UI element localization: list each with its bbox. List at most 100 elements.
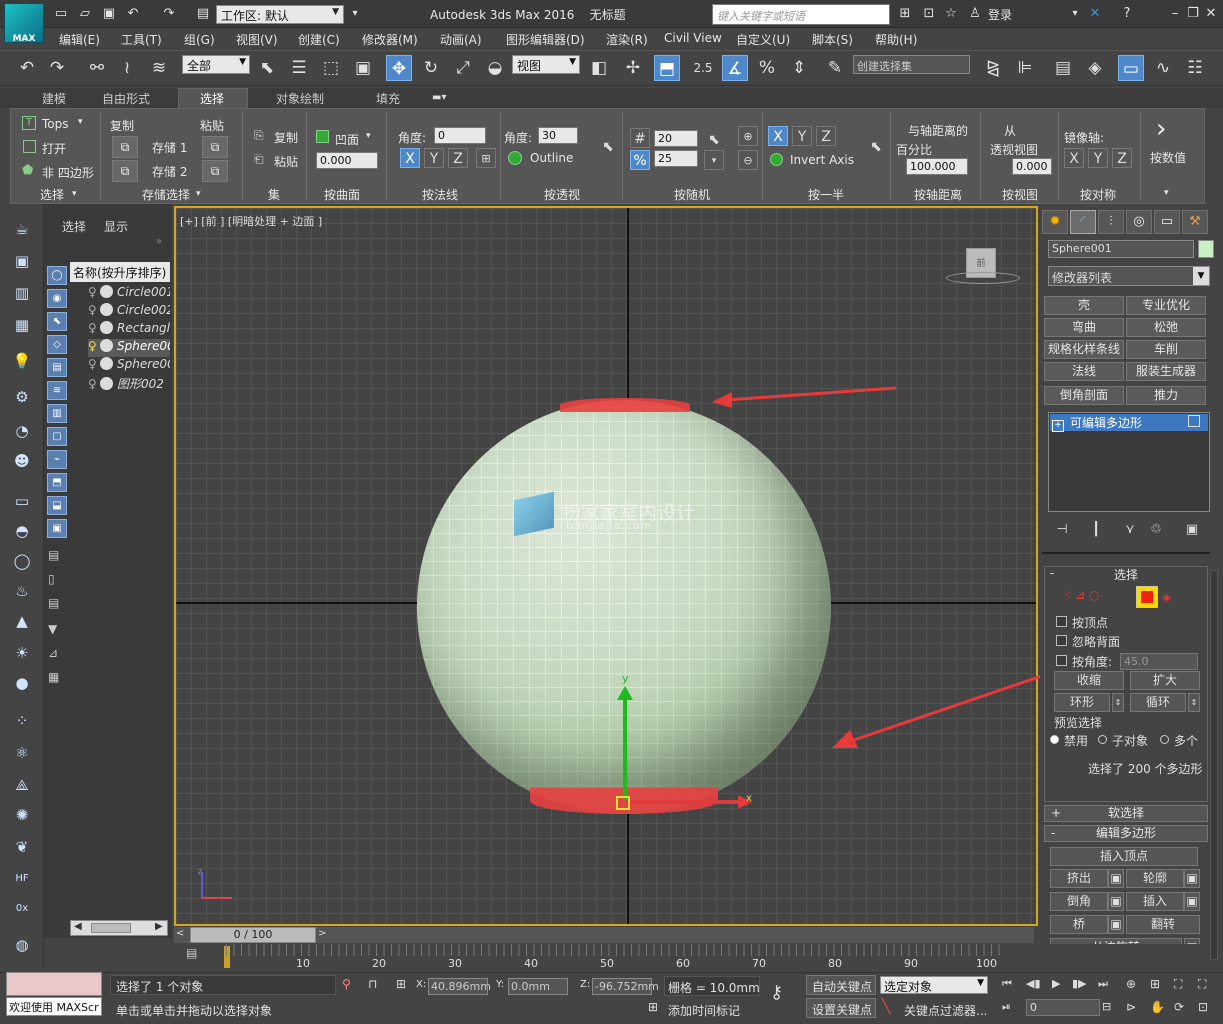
outline-icon[interactable]	[508, 151, 522, 165]
menu-graph-editors[interactable]: 图形编辑器(D)	[506, 31, 585, 48]
object-name-field[interactable]: Sphere001	[1048, 240, 1194, 258]
scene-row-selected[interactable]: ♀ Sphere001	[88, 339, 170, 357]
modifier-button-normal[interactable]: 法线	[1044, 362, 1124, 381]
normal-angle-spinner[interactable]: 0	[434, 127, 486, 144]
random-percent-icon[interactable]: %	[630, 150, 650, 170]
set-paste-button[interactable]: 粘贴	[274, 153, 298, 170]
scene-row[interactable]: ♀ Sphere002	[88, 357, 170, 375]
zoom-extents-icon[interactable]: ⛶	[1174, 977, 1192, 993]
by-angle-checkbox[interactable]	[1056, 655, 1067, 666]
scene-row[interactable]: ♀ Circle002	[88, 303, 170, 321]
scene-row[interactable]: ♀ Circle001	[88, 285, 170, 303]
configure-modifier-sets-icon[interactable]: ▣	[1182, 520, 1202, 540]
molecule-icon[interactable]: ⚛	[10, 742, 34, 764]
mirror-x-button[interactable]: X	[1064, 148, 1084, 168]
select-object-icon[interactable]: ⬉	[254, 55, 280, 81]
layer-explorer-icon[interactable]: ◈	[1082, 55, 1108, 81]
preview-subobject-radio[interactable]	[1098, 735, 1107, 744]
globe-icon[interactable]: ◍	[10, 934, 34, 956]
time-slider-next-icon[interactable]: >	[318, 928, 330, 942]
bevel-button[interactable]: 倒角	[1050, 892, 1108, 911]
viewport-label[interactable]: [+] [前 ] [明暗处理 + 边面 ]	[180, 213, 322, 229]
store2-copy-icon[interactable]: ⧉	[112, 160, 138, 182]
named-selection-set-dropdown[interactable]: 创建选择集	[853, 55, 970, 74]
go-to-end-icon[interactable]: ⏭	[1098, 977, 1116, 993]
login-link[interactable]: 登录	[988, 6, 1012, 23]
go-to-start-icon[interactable]: ⏮	[1002, 977, 1020, 993]
store2-paste-icon[interactable]: ⧉	[202, 160, 228, 182]
normal-x-button[interactable]: X	[400, 148, 420, 168]
random-percent-spinner[interactable]: 25	[654, 150, 698, 167]
angle-snap-icon[interactable]: ∡	[722, 55, 748, 81]
light-bulb-icon[interactable]: ♀	[88, 303, 100, 317]
chevron-down-icon[interactable]: ▾	[366, 131, 371, 141]
concave-value-spinner[interactable]: 0.000	[316, 152, 378, 169]
set-copy-button[interactable]: 复制	[274, 129, 298, 146]
cone-icon[interactable]: ▲	[10, 610, 34, 632]
light-bulb-icon[interactable]: 💡	[10, 350, 34, 372]
invert-axis-button[interactable]: Invert Axis	[790, 153, 854, 167]
orbit-icon[interactable]: ⟳	[1174, 1000, 1192, 1016]
help-search-input[interactable]: 键入关键字或短语	[712, 4, 890, 25]
modifier-button-garment-maker[interactable]: 服装生成器	[1126, 362, 1206, 381]
window-crossing-icon[interactable]: ▣	[350, 55, 376, 81]
play-icon[interactable]: ▶	[1052, 977, 1070, 993]
subscription-icon[interactable]: ⊡	[920, 5, 938, 23]
grow-button[interactable]: 扩大	[1130, 671, 1200, 690]
preview-off-radio[interactable]	[1050, 735, 1059, 744]
rollout-collapse-icon[interactable]: -	[1050, 566, 1054, 580]
menu-help[interactable]: 帮助(H)	[875, 31, 917, 48]
undo-icon[interactable]: ↶	[14, 55, 40, 81]
gizmo-plane-handle[interactable]	[616, 796, 630, 810]
menu-tools[interactable]: 工具(T)	[121, 31, 162, 48]
display-none-icon[interactable]: ◯	[47, 266, 67, 285]
create-tab-icon[interactable]: ✹	[1042, 210, 1068, 234]
group-label-select[interactable]: 选择	[40, 186, 64, 203]
mirror-icon[interactable]: ⧎	[980, 55, 1006, 81]
expand-icon[interactable]: »	[156, 236, 162, 247]
exchange-apps-icon[interactable]: ✕	[1086, 5, 1104, 23]
workspace-dropdown[interactable]: 工作区: 默认 ▼	[216, 5, 344, 24]
bind-space-warp-icon[interactable]: ≋	[146, 55, 172, 81]
scene-row[interactable]: ♀ Rectangle001	[88, 321, 170, 339]
sort-icon[interactable]: ▤	[48, 548, 64, 562]
sun-icon[interactable]: ☀	[10, 642, 34, 664]
project-folder-icon[interactable]: ▤	[194, 5, 212, 23]
concave-icon[interactable]	[316, 130, 329, 143]
normal-grid-icon[interactable]: ⊞	[476, 148, 496, 168]
flip-button[interactable]: 翻转	[1126, 915, 1200, 934]
rect-selection-icon[interactable]: ⬚	[318, 55, 344, 81]
gizmo-y-arrowhead-icon[interactable]	[617, 686, 633, 700]
plant-icon[interactable]: ❦	[10, 836, 34, 858]
bridge-settings-icon[interactable]: ▣	[1108, 915, 1124, 934]
isolate-selection-icon[interactable]: ⚲	[342, 977, 356, 993]
bones-filter-icon[interactable]: ▣	[47, 519, 67, 538]
insert-vertex-button[interactable]: 插入顶点	[1050, 847, 1198, 866]
minimize-icon[interactable]: –	[1166, 5, 1184, 23]
page-icon[interactable]: ▯	[48, 572, 64, 586]
make-unique-icon[interactable]: ⋎	[1120, 520, 1140, 540]
element-mode-icon[interactable]: ◈	[1162, 590, 1176, 604]
close-icon[interactable]: ✕	[1202, 5, 1220, 23]
edit-named-selection-icon[interactable]: ✎	[822, 55, 848, 81]
extrude-settings-icon[interactable]: ▣	[1108, 869, 1124, 888]
ox-icon[interactable]: 0x	[10, 898, 34, 920]
space-warps-filter-icon[interactable]: ⌁	[47, 450, 67, 469]
invert-axis-icon[interactable]	[770, 153, 783, 166]
ball-icon[interactable]: ●	[10, 672, 34, 694]
shapes-filter-icon[interactable]: ▤	[47, 358, 67, 377]
login-dropdown-icon[interactable]: ▾	[1066, 5, 1084, 23]
favorites-star-icon[interactable]: ☆	[942, 5, 960, 23]
y-coordinate-field[interactable]: 0.0mm	[508, 978, 568, 995]
key-icon[interactable]: ⚷	[770, 982, 800, 1006]
select-move-icon[interactable]: ✥	[386, 55, 412, 81]
hemisphere-icon[interactable]: ◓	[10, 520, 34, 542]
key-mode-dropdown[interactable]: 选定对象 ▼	[880, 976, 988, 994]
unlink-icon[interactable]: ≀	[114, 55, 140, 81]
display-all-icon[interactable]: ◉	[47, 289, 67, 308]
previous-frame-icon[interactable]: ◀▮	[1026, 977, 1044, 993]
layers-small-icon[interactable]: ▦	[48, 670, 64, 684]
next-frame-icon[interactable]: ▮▶	[1072, 977, 1090, 993]
maxscript-listener-input[interactable]	[6, 972, 102, 996]
scene-states-icon[interactable]: ⟁	[10, 774, 34, 796]
